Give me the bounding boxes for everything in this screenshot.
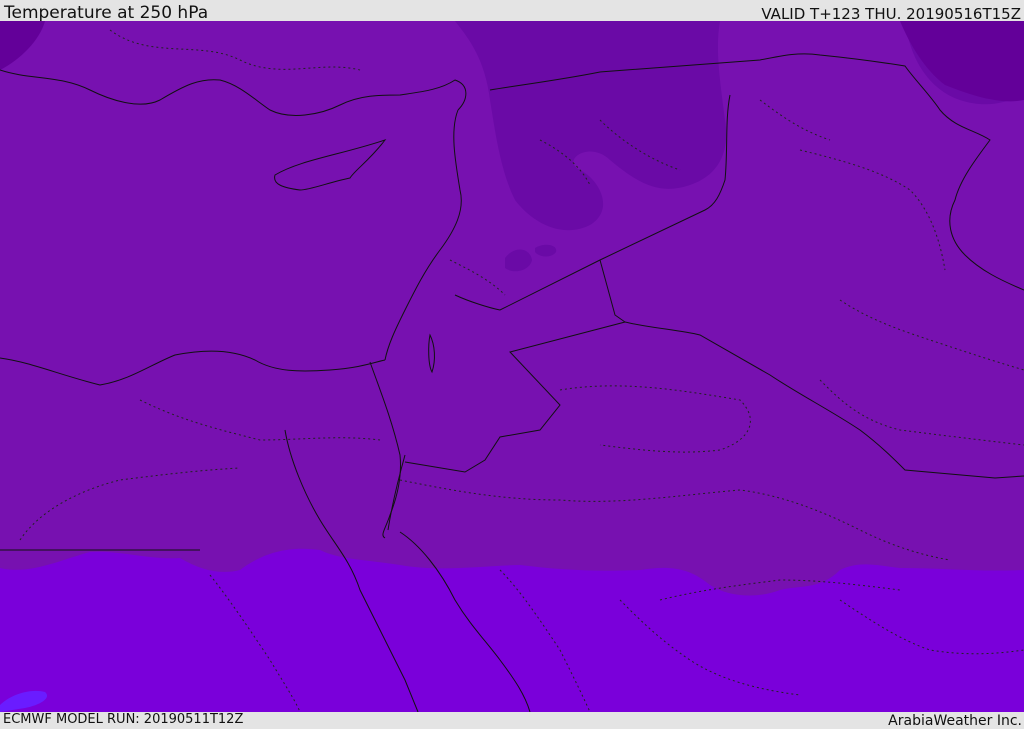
bottom-bar: ECMWF MODEL RUN: 20190511T12Z ArabiaWeat…: [0, 712, 1024, 729]
map-title: Temperature at 250 hPa: [4, 3, 209, 23]
warm-temperature-band: [0, 548, 1024, 712]
model-run-label: ECMWF MODEL RUN: 20190511T12Z: [3, 712, 244, 727]
weather-map: [0, 21, 1024, 712]
map-canvas: [0, 21, 1024, 712]
credit-label: ArabiaWeather Inc.: [888, 713, 1022, 729]
top-bar: Temperature at 250 hPa VALID T+123 THU. …: [0, 0, 1024, 23]
